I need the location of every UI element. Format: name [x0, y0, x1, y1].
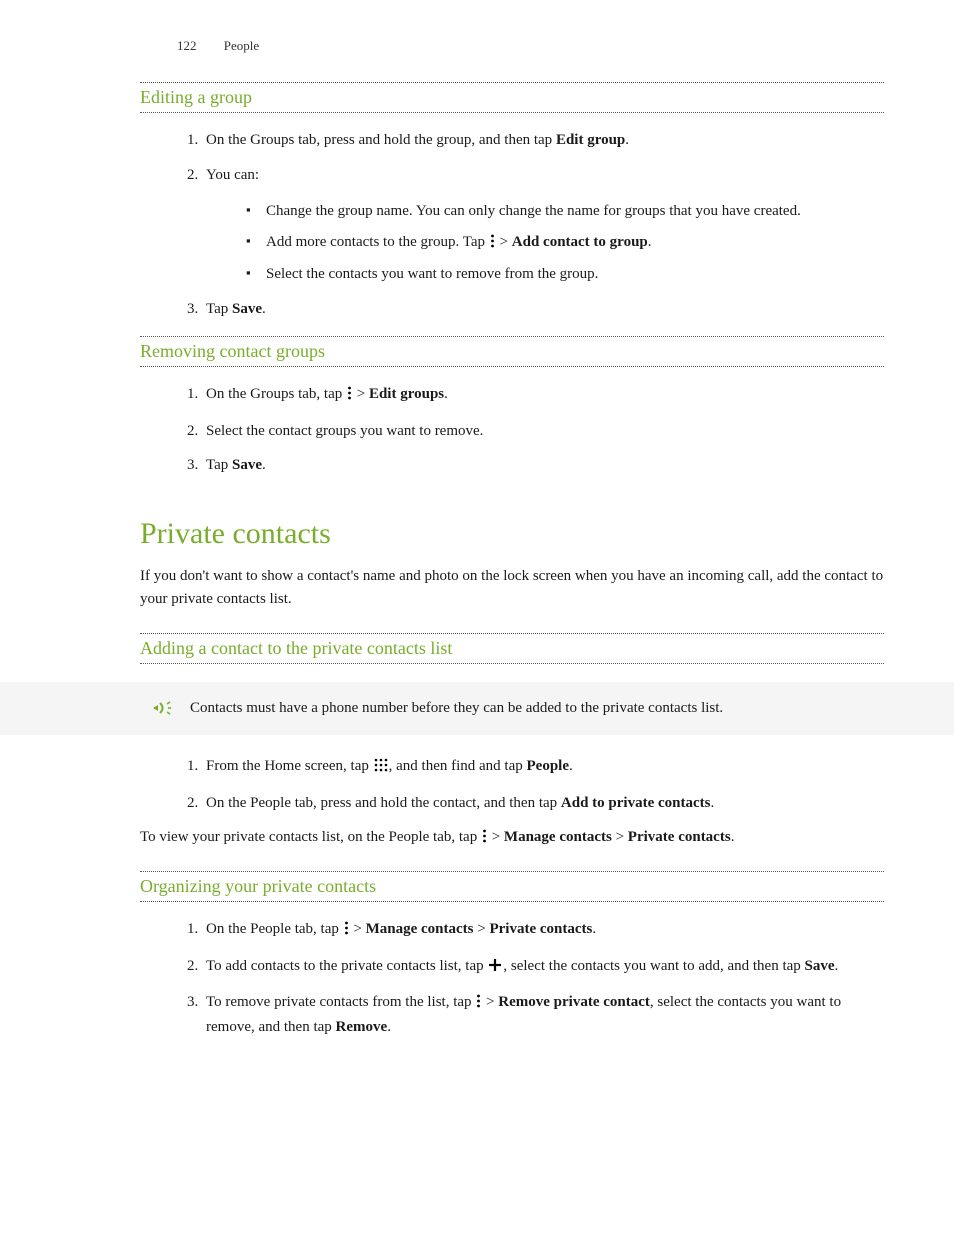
more-menu-icon — [347, 385, 352, 408]
step-item: To remove private contacts from the list… — [202, 991, 884, 1038]
step-item: From the Home screen, tap , and then fin… — [202, 755, 884, 780]
section-heading-bar: Removing contact groups — [140, 336, 884, 367]
section-heading-bar: Editing a group — [140, 82, 884, 113]
section-heading-bar: Organizing your private contacts — [140, 871, 884, 902]
step-item: On the People tab, press and hold the co… — [202, 792, 884, 815]
heading-removing-groups: Removing contact groups — [140, 341, 884, 364]
bullet-item: Change the group name. You can only chan… — [246, 200, 884, 223]
bullet-item: Select the contacts you want to remove f… — [246, 263, 884, 286]
step-item: Tap Save. — [202, 298, 884, 321]
section-heading-bar: Adding a contact to the private contacts… — [140, 633, 884, 664]
bullet-list: Change the group name. You can only chan… — [206, 200, 884, 286]
after-steps-paragraph: To view your private contacts list, on t… — [140, 826, 884, 851]
steps-adding-private: From the Home screen, tap , and then fin… — [140, 755, 884, 814]
more-menu-icon — [490, 233, 495, 256]
more-menu-icon — [482, 828, 487, 851]
steps-organizing-private: On the People tab, tap > Manage contacts… — [140, 918, 884, 1038]
more-menu-icon — [344, 920, 349, 943]
step-item: On the People tab, tap > Manage contacts… — [202, 918, 884, 943]
chapter-title: People — [224, 38, 259, 53]
step-item: On the Groups tab, press and hold the gr… — [202, 129, 884, 152]
heading-adding-private: Adding a contact to the private contacts… — [140, 638, 884, 661]
step-item: To add contacts to the private contacts … — [202, 955, 884, 980]
step-item: Select the contact groups you want to re… — [202, 420, 884, 443]
heading-organizing-private: Organizing your private contacts — [140, 876, 884, 899]
note-icon — [150, 696, 174, 725]
step-item: On the Groups tab, tap > Edit groups. — [202, 383, 884, 408]
steps-editing-group: On the Groups tab, press and hold the gr… — [140, 129, 884, 320]
steps-removing-groups: On the Groups tab, tap > Edit groups. Se… — [140, 383, 884, 477]
note-callout: Contacts must have a phone number before… — [0, 682, 954, 735]
intro-paragraph: If you don't want to show a contact's na… — [140, 565, 884, 612]
page-header: 122 People — [140, 38, 884, 54]
page-number: 122 — [177, 38, 197, 53]
plus-icon — [488, 957, 502, 980]
heading-private-contacts: Private contacts — [140, 517, 884, 551]
step-item: You can: Change the group name. You can … — [202, 164, 884, 286]
step-item: Tap Save. — [202, 454, 884, 477]
document-page: 122 People Editing a group On the Groups… — [0, 0, 954, 1235]
bullet-item: Add more contacts to the group. Tap > Ad… — [246, 231, 884, 256]
more-menu-icon — [476, 993, 481, 1016]
apps-grid-icon — [374, 757, 388, 780]
note-text: Contacts must have a phone number before… — [190, 700, 723, 716]
heading-editing-group: Editing a group — [140, 87, 884, 110]
